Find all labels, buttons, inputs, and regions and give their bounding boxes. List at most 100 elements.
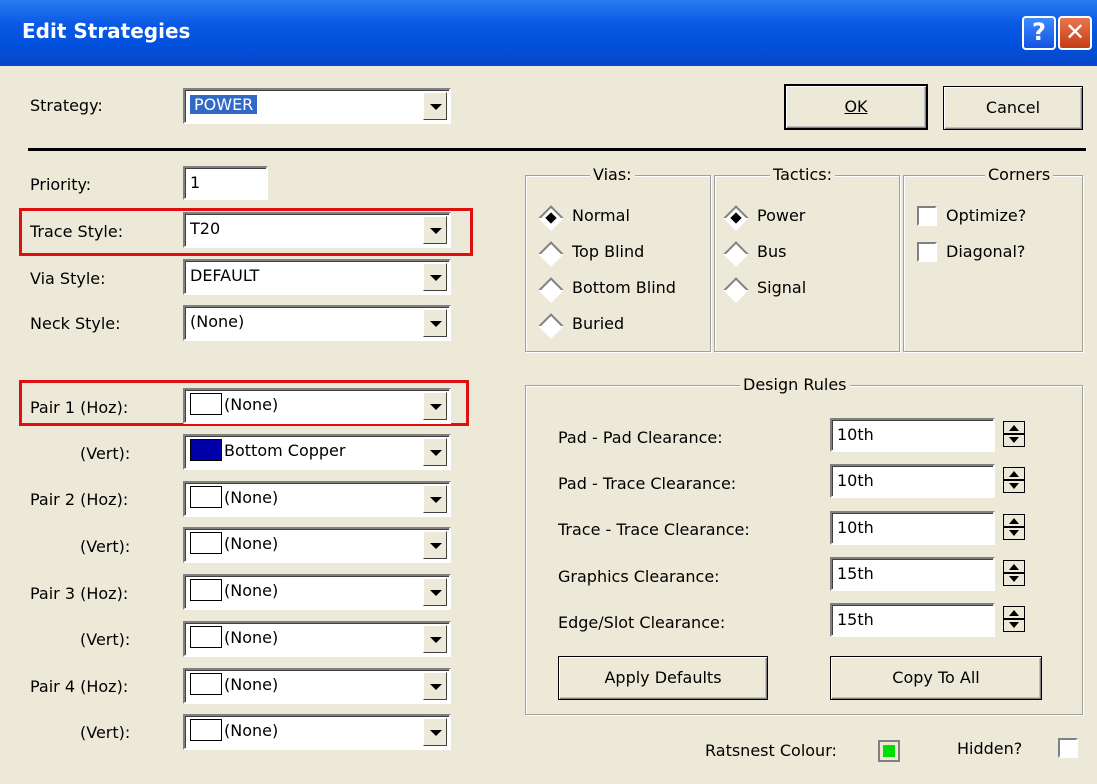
checkbox-hidden[interactable] [1058, 738, 1078, 758]
ratsnest-colour-label: Ratsnest Colour: [705, 741, 837, 760]
graphics-clearance-input[interactable]: 15th [830, 557, 995, 591]
graphics-spinner-icon[interactable] [1003, 560, 1025, 586]
pair-1-hoz-select[interactable]: (None) [183, 388, 451, 424]
pair-4-hoz-dropdown-arrow-icon[interactable] [423, 672, 447, 700]
neck-style-select[interactable]: (None) [183, 305, 451, 341]
trace-style-label: Trace Style: [30, 222, 124, 241]
pair-1-hoz-color-swatch [190, 393, 222, 415]
corners-title: Corners [985, 165, 1054, 184]
pair-4-hoz-value: (None) [224, 675, 279, 694]
design-rules-title: Design Rules [740, 375, 850, 394]
pair-3-hoz-color-swatch [190, 579, 222, 601]
via-bottom-blind-label[interactable]: Bottom Blind [572, 278, 676, 297]
ratsnest-colour-button[interactable] [878, 740, 900, 762]
corners-group [903, 175, 1083, 352]
via-style-label: Via Style: [30, 269, 106, 288]
pad-pad-spinner-icon[interactable] [1003, 421, 1025, 447]
pair-4-hoz-label: Pair 4 (Hoz): [30, 677, 129, 696]
ok-label: OK [844, 97, 868, 116]
graphics-clearance-label: Graphics Clearance: [558, 567, 720, 586]
pair-4-vert-value: (None) [224, 721, 279, 740]
apply-defaults-label: Apply Defaults [604, 668, 722, 687]
checkbox-optimize[interactable] [917, 206, 937, 226]
pair-4-hoz-color-swatch [190, 673, 222, 695]
pair-2-vert-value: (None) [224, 534, 279, 553]
pair-2-vert-label: (Vert): [80, 537, 131, 556]
help-button[interactable]: ? [1022, 16, 1056, 50]
priority-input[interactable]: 1 [183, 166, 268, 200]
neck-style-value: (None) [190, 312, 245, 331]
neck-style-label: Neck Style: [30, 314, 121, 333]
cancel-label: Cancel [985, 98, 1041, 117]
via-top-blind-label[interactable]: Top Blind [572, 242, 644, 261]
ok-button[interactable]: OK [784, 84, 928, 130]
optimize-label[interactable]: Optimize? [946, 206, 1026, 225]
pair-2-hoz-value: (None) [224, 488, 279, 507]
pad-trace-clearance-input[interactable]: 10th [830, 464, 995, 498]
separator [28, 148, 1086, 151]
pair-3-hoz-select[interactable]: (None) [183, 574, 451, 610]
pair-2-hoz-dropdown-arrow-icon[interactable] [423, 485, 447, 513]
pair-2-vert-select[interactable]: (None) [183, 527, 451, 563]
tactics-group [714, 175, 900, 352]
pair-2-hoz-select[interactable]: (None) [183, 481, 451, 517]
window-title: Edit Strategies [22, 19, 191, 43]
tactics-title: Tactics: [770, 165, 835, 184]
pair-3-vert-select[interactable]: (None) [183, 621, 451, 657]
pad-pad-clearance-input[interactable]: 10th [830, 418, 995, 452]
pair-1-vert-value: Bottom Copper [224, 441, 346, 460]
close-button[interactable]: ✕ [1058, 16, 1092, 50]
pair-1-vert-select[interactable]: Bottom Copper [183, 434, 451, 470]
via-style-dropdown-arrow-icon[interactable] [423, 263, 447, 291]
via-style-select[interactable]: DEFAULT [183, 259, 451, 295]
pair-3-hoz-dropdown-arrow-icon[interactable] [423, 578, 447, 606]
pad-trace-spinner-icon[interactable] [1003, 467, 1025, 493]
trace-style-select[interactable]: T20 [183, 212, 451, 248]
trace-trace-clearance-input[interactable]: 10th [830, 511, 995, 545]
via-normal-label[interactable]: Normal [572, 206, 630, 225]
pad-trace-clearance-label: Pad - Trace Clearance: [558, 474, 737, 493]
pair-1-vert-color-swatch [190, 439, 222, 461]
trace-style-dropdown-arrow-icon[interactable] [423, 216, 447, 244]
priority-label: Priority: [30, 175, 92, 194]
trace-trace-clearance-label: Trace - Trace Clearance: [558, 520, 750, 539]
pad-pad-clearance-label: Pad - Pad Clearance: [558, 428, 723, 447]
apply-defaults-button[interactable]: Apply Defaults [558, 656, 768, 700]
pair-4-hoz-select[interactable]: (None) [183, 668, 451, 704]
edge-slot-spinner-icon[interactable] [1003, 606, 1025, 632]
pair-1-hoz-dropdown-arrow-icon[interactable] [423, 392, 447, 420]
pair-3-vert-label: (Vert): [80, 630, 131, 649]
pair-3-hoz-value: (None) [224, 581, 279, 600]
pair-1-vert-dropdown-arrow-icon[interactable] [423, 438, 447, 466]
trace-trace-spinner-icon[interactable] [1003, 514, 1025, 540]
edge-slot-clearance-label: Edge/Slot Clearance: [558, 613, 726, 632]
neck-style-dropdown-arrow-icon[interactable] [423, 309, 447, 337]
strategy-select[interactable]: POWER [183, 88, 451, 124]
tactic-signal-label[interactable]: Signal [757, 278, 806, 297]
checkbox-diagonal[interactable] [917, 242, 937, 262]
strategy-label: Strategy: [30, 96, 103, 115]
via-buried-label[interactable]: Buried [572, 314, 624, 333]
pair-4-vert-dropdown-arrow-icon[interactable] [423, 718, 447, 746]
copy-to-all-button[interactable]: Copy To All [830, 656, 1042, 700]
trace-style-value: T20 [190, 219, 221, 238]
pair-1-hoz-value: (None) [224, 395, 279, 414]
strategy-dropdown-arrow-icon[interactable] [423, 92, 447, 120]
pair-2-hoz-label: Pair 2 (Hoz): [30, 490, 129, 509]
pair-2-hoz-color-swatch [190, 486, 222, 508]
pair-2-vert-color-swatch [190, 532, 222, 554]
hidden-label[interactable]: Hidden? [957, 739, 1022, 758]
pair-3-hoz-label: Pair 3 (Hoz): [30, 584, 129, 603]
pair-4-vert-select[interactable]: (None) [183, 714, 451, 750]
pair-3-vert-color-swatch [190, 626, 222, 648]
copy-to-all-label: Copy To All [892, 668, 980, 687]
cancel-button[interactable]: Cancel [943, 86, 1083, 130]
diagonal-label[interactable]: Diagonal? [946, 242, 1025, 261]
tactic-bus-label[interactable]: Bus [757, 242, 786, 261]
edge-slot-clearance-input[interactable]: 15th [830, 603, 995, 637]
pair-2-vert-dropdown-arrow-icon[interactable] [423, 531, 447, 559]
pair-4-vert-label: (Vert): [80, 723, 131, 742]
tactic-power-label[interactable]: Power [757, 206, 805, 225]
pair-3-vert-dropdown-arrow-icon[interactable] [423, 625, 447, 653]
strategy-value: POWER [190, 95, 258, 114]
